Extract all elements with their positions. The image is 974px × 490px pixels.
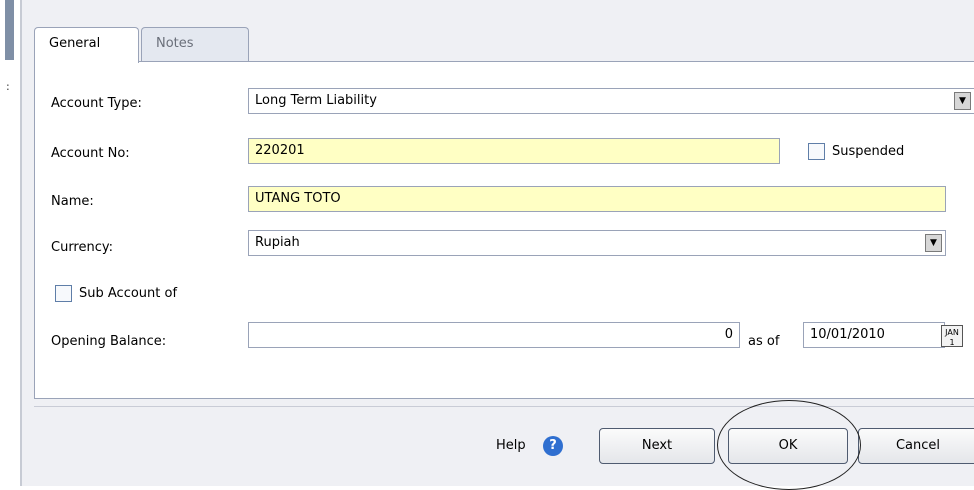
account-type-label: Account Type: (51, 96, 142, 111)
cancel-button-label: Cancel (895, 438, 941, 453)
as-of-label: as of (748, 334, 780, 349)
opening-balance-label: Opening Balance: (51, 334, 167, 349)
footer-separator (34, 406, 974, 407)
currency-value: Rupiah (255, 235, 300, 250)
opening-balance-input[interactable]: 0 (248, 322, 740, 348)
tab-general-label: General (49, 36, 101, 51)
opening-balance-value: 0 (724, 327, 733, 342)
calendar-icon[interactable]: JAN 1 (941, 325, 963, 347)
window-edge-bar (5, 0, 14, 60)
sub-account-label: Sub Account of (79, 286, 178, 301)
opening-date-input[interactable]: 10/01/2010 (803, 322, 945, 348)
suspended-checkbox[interactable] (808, 143, 825, 160)
dropdown-arrow-icon[interactable]: ▼ (954, 92, 971, 110)
account-type-value: Long Term Liability (255, 93, 377, 108)
window-edge-mark: : (6, 80, 10, 93)
cancel-button[interactable]: Cancel (858, 428, 974, 464)
account-no-input[interactable]: 220201 (248, 138, 780, 164)
tab-notes[interactable]: Notes (141, 27, 249, 61)
name-input[interactable]: UTANG TOTO (248, 186, 946, 212)
help-label[interactable]: Help (496, 438, 526, 453)
name-value: UTANG TOTO (255, 191, 341, 206)
next-button[interactable]: Next (599, 428, 715, 464)
name-label: Name: (51, 194, 94, 209)
tab-notes-label: Notes (156, 36, 194, 51)
suspended-label: Suspended (832, 144, 905, 159)
account-no-value: 220201 (255, 143, 305, 158)
sub-account-checkbox[interactable] (55, 285, 72, 302)
general-tab-panel: Account Type: Long Term Liability ▼ Acco… (34, 61, 974, 399)
account-no-label: Account No: (51, 146, 130, 161)
tab-general[interactable]: General (34, 27, 139, 63)
account-type-select[interactable]: Long Term Liability ▼ (248, 88, 974, 114)
help-icon[interactable]: ? (543, 436, 563, 456)
currency-select[interactable]: Rupiah ▼ (248, 230, 946, 256)
opening-date-value: 10/01/2010 (810, 327, 885, 342)
next-button-label: Next (641, 438, 673, 453)
ok-highlight-ellipse (717, 400, 861, 490)
currency-label: Currency: (51, 240, 114, 255)
dropdown-arrow-icon[interactable]: ▼ (925, 234, 942, 252)
left-window-edge: : (0, 0, 22, 486)
